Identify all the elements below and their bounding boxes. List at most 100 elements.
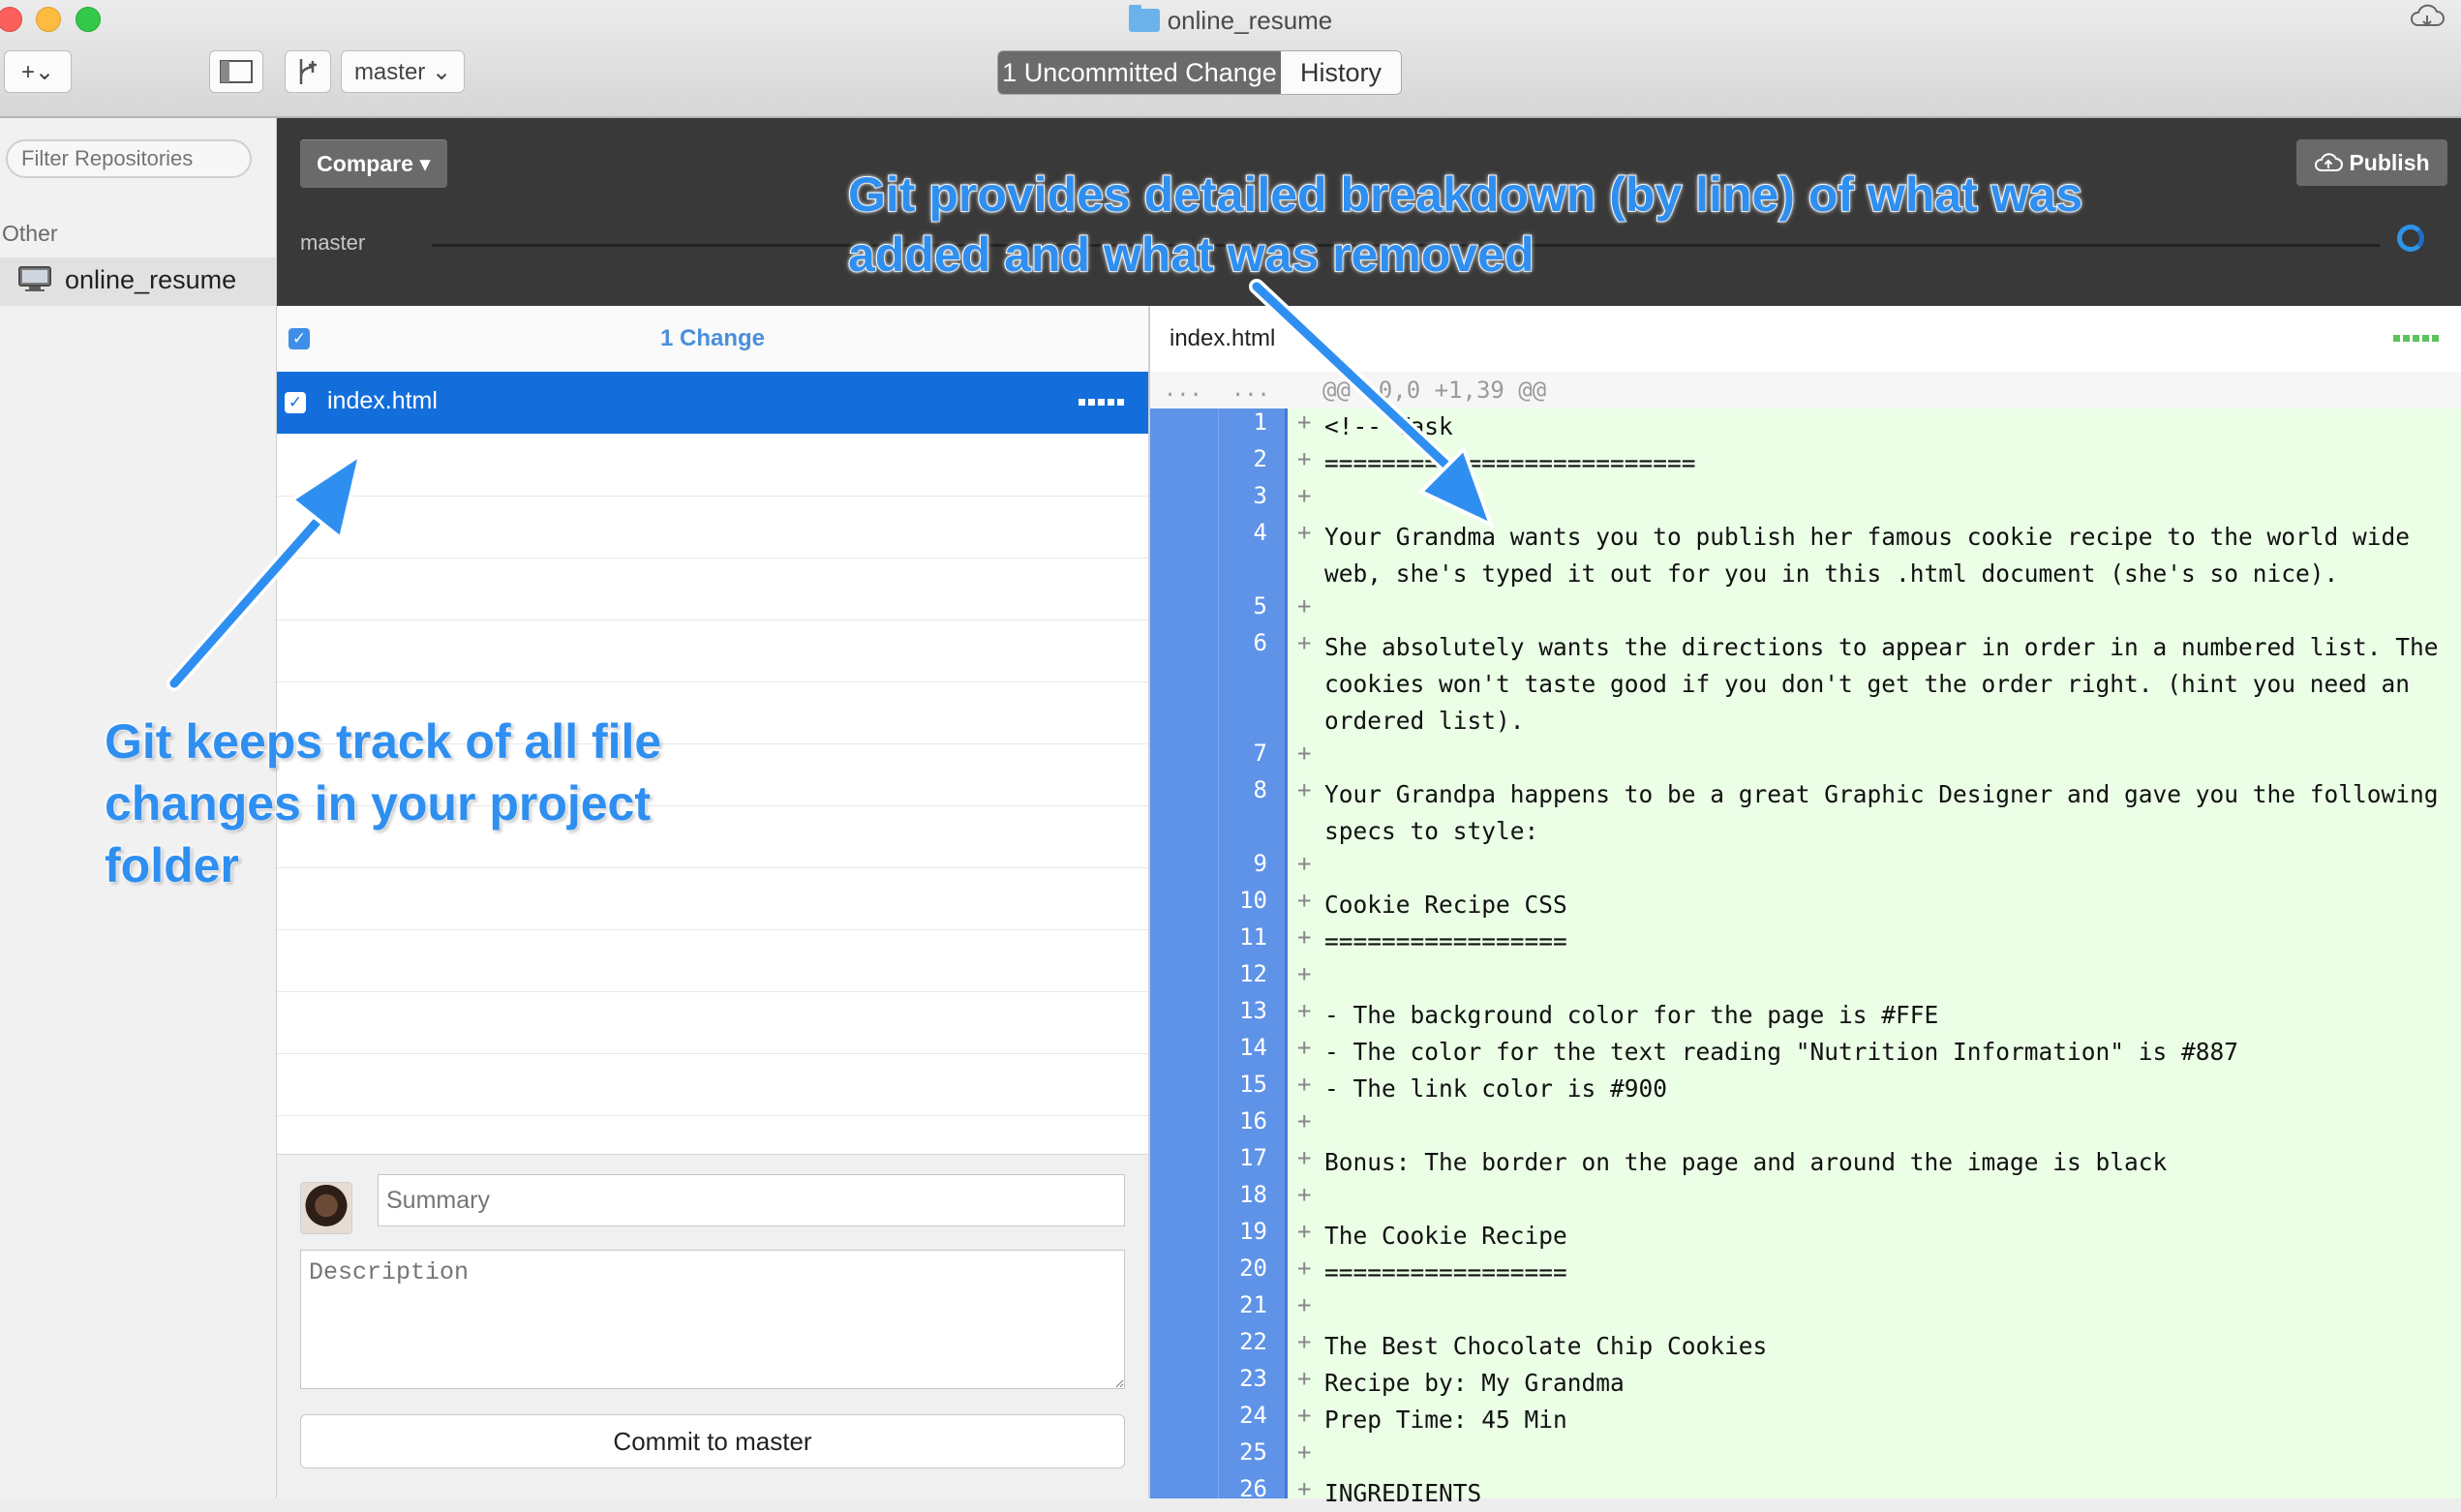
list-divider [277, 496, 1148, 497]
line-text: - The color for the text reading "Nutrit… [1324, 1038, 2239, 1066]
line-text: Bonus: The border on the page and around… [1324, 1148, 2168, 1176]
line-number: 22 [1239, 1328, 1267, 1355]
branch-select-label: master ⌄ [353, 58, 452, 85]
window-title-text: online_resume [1167, 6, 1333, 35]
added-marker: + [1297, 1365, 1312, 1392]
create-branch-button[interactable] [285, 50, 331, 93]
added-marker: + [1297, 1071, 1312, 1098]
added-marker: + [1297, 923, 1312, 951]
added-marker: + [1297, 1291, 1312, 1318]
line-number: 25 [1239, 1438, 1267, 1466]
commit-summary-input[interactable] [378, 1174, 1125, 1226]
line-text: ================= [1324, 1258, 1567, 1286]
line-number: 19 [1239, 1218, 1267, 1245]
commit-description-input[interactable] [300, 1250, 1125, 1389]
diff-header: index.html [1150, 306, 2461, 373]
added-marker: + [1297, 1438, 1312, 1466]
annotation-file-tracking: Git keeps track of all file changes in y… [104, 713, 662, 893]
line-text: Cookie Recipe CSS [1324, 891, 1567, 919]
line-text: The Best Chocolate Chip Cookies [1324, 1332, 1768, 1360]
cloud-upload-icon [2315, 153, 2344, 171]
line-text: - The link color is #900 [1324, 1074, 1668, 1103]
list-divider [277, 1053, 1148, 1054]
changes-count: 1 Change [659, 325, 766, 351]
added-marker: + [1297, 740, 1312, 767]
line-number: 6 [1253, 629, 1267, 656]
added-marker: + [1297, 592, 1312, 620]
branch-icon [299, 59, 317, 84]
line-number: 8 [1253, 776, 1267, 803]
line-text: ========================== [1324, 449, 1696, 477]
added-marker: + [1297, 1218, 1312, 1245]
line-number: 17 [1239, 1144, 1267, 1171]
publish-button[interactable]: Publish [2296, 139, 2447, 186]
line-text: ================= [1324, 927, 1567, 955]
branch-select-button[interactable]: master ⌄ [341, 50, 465, 93]
line-number: 10 [1239, 887, 1267, 914]
branch-head-marker[interactable] [2397, 225, 2424, 252]
added-marker: + [1297, 887, 1312, 914]
repository-item-online-resume[interactable]: online_resume [0, 257, 276, 306]
user-avatar [300, 1182, 352, 1234]
diff-stat-indicator [2393, 335, 2439, 342]
list-divider [277, 681, 1148, 682]
old-line-gutter [1150, 408, 1219, 1498]
added-marker: + [1297, 629, 1312, 656]
branch-name: master [300, 230, 366, 255]
hunk-header-row: ... ... @@ -0,0 +1,39 @@ [1150, 372, 2461, 408]
line-number: 4 [1253, 519, 1267, 546]
added-marker: + [1297, 1255, 1312, 1282]
cloud-sync-icon[interactable] [2409, 4, 2446, 31]
diff-view: index.html ... ... @@ -0,0 +1,39 @@ 1 + <!… [1150, 306, 2461, 1507]
changed-file-row[interactable]: ✓ index.html [277, 372, 1148, 434]
commit-form: Commit to master [277, 1154, 1148, 1499]
added-marker: + [1297, 1402, 1312, 1429]
section-label-other: Other [2, 221, 58, 246]
line-text: <!-- Task [1324, 412, 1453, 440]
added-marker: + [1297, 408, 1312, 436]
filter-repositories-input[interactable] [6, 139, 252, 178]
line-number: 21 [1239, 1291, 1267, 1318]
commit-button-label: Commit to master [613, 1426, 812, 1456]
line-text: INGREDIENTS [1324, 1479, 1482, 1507]
list-divider [277, 558, 1148, 559]
added-marker: + [1297, 1181, 1312, 1208]
add-repository-button[interactable]: +⌄ [4, 50, 72, 93]
line-number: 11 [1239, 923, 1267, 951]
changes-header: ✓ 1 Change [277, 306, 1148, 373]
line-number: 12 [1239, 960, 1267, 987]
line-number: 14 [1239, 1034, 1267, 1061]
toggle-sidebar-button[interactable] [209, 50, 263, 93]
file-checkbox[interactable]: ✓ [285, 392, 306, 413]
sidebar-icon [220, 60, 253, 83]
line-number: 23 [1239, 1365, 1267, 1392]
added-marker: + [1297, 1328, 1312, 1355]
line-text: She absolutely wants the directions to a… [1324, 633, 2453, 735]
line-number: 1 [1253, 408, 1267, 436]
view-tabs: 1 Uncommitted Change History [997, 50, 1402, 95]
tab-uncommitted-changes[interactable]: 1 Uncommitted Change [998, 51, 1281, 94]
commit-button[interactable]: Commit to master [300, 1414, 1125, 1468]
compare-button[interactable]: Compare ▾ [300, 139, 447, 188]
hunk-old-ellipsis: ... [1164, 378, 1202, 402]
annotation-diff-breakdown: Git provides detailed breakdown (by line… [847, 166, 2083, 283]
lines-added-indicator [1079, 399, 1124, 406]
added-marker: + [1297, 445, 1312, 472]
list-divider [277, 929, 1148, 930]
publish-label: Publish [2349, 149, 2430, 175]
diff-file-name: index.html [1170, 325, 1276, 351]
folder-icon [1128, 5, 1160, 32]
added-marker: + [1297, 482, 1312, 509]
list-divider [277, 991, 1148, 992]
compare-label: Compare ▾ [317, 150, 431, 176]
repository-name: online_resume [65, 265, 237, 294]
line-text: - The background color for the page is #… [1324, 1001, 1939, 1029]
line-number: 18 [1239, 1181, 1267, 1208]
changed-file-name: index.html [327, 387, 438, 414]
changes-panel: ✓ 1 Change ✓ index.html Commit to master [277, 306, 1150, 1499]
line-number: 3 [1253, 482, 1267, 509]
added-marker: + [1297, 850, 1312, 877]
tab-history[interactable]: History [1281, 51, 1401, 94]
line-number: 20 [1239, 1255, 1267, 1282]
line-number: 13 [1239, 997, 1267, 1024]
